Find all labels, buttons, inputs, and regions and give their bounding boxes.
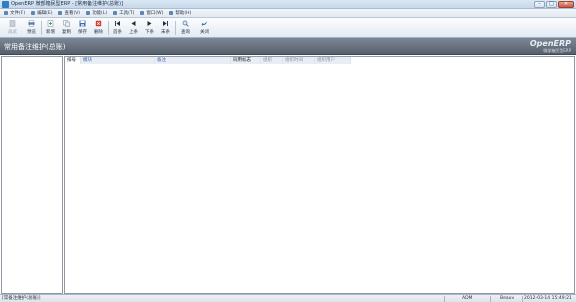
- status-bar: [常备注维护(总账)] ADM Beauv 2012-03-14 15:49:2…: [0, 294, 576, 302]
- grid-header: 排号 模块 备注 同用标志 组织 组织时间 组织用户: [65, 57, 574, 64]
- menu-help[interactable]: 帮助(H): [169, 10, 191, 16]
- first-record-button[interactable]: 首条: [110, 19, 125, 37]
- category-tree-panel[interactable]: [1, 56, 63, 294]
- column-header-module[interactable]: 模块: [81, 57, 155, 64]
- maximize-button[interactable]: □: [546, 1, 557, 8]
- column-header-number[interactable]: 排号: [65, 57, 81, 64]
- close-label: 关闭: [200, 30, 209, 35]
- column-header-remark[interactable]: 备注: [155, 57, 231, 64]
- preview-button[interactable]: 预览: [24, 19, 39, 37]
- menu-icon: [58, 11, 63, 15]
- next-record-icon: [147, 21, 152, 26]
- print-preview-label: 再武: [8, 30, 17, 35]
- close-button[interactable]: 关闭: [197, 19, 212, 37]
- delete-label: 删除: [94, 30, 103, 35]
- menu-view[interactable]: 查看(V): [58, 10, 80, 16]
- last-record-icon: [163, 21, 168, 26]
- form-title: 常用备注维护(总账): [4, 43, 66, 51]
- column-header-shared-flag[interactable]: 同用标志: [231, 57, 261, 64]
- window-title: OpenERP 微部箱民型ERP - [常用备注维护(总账)]: [11, 1, 124, 7]
- search-label: 查询: [181, 30, 190, 35]
- status-user: ADM: [462, 296, 473, 301]
- menu-bar: 文件(F) 编辑(E) 查看(V) 功能(L) 工具(T) 窗口(W) 帮助(H…: [0, 9, 576, 18]
- brand-subtitle: 微部箱民型ERP: [543, 48, 571, 53]
- last-record-button[interactable]: 末条: [158, 19, 173, 37]
- next-record-button[interactable]: 下条: [142, 19, 157, 37]
- menu-icon: [113, 11, 118, 15]
- menu-function-label: 功能(L): [92, 11, 108, 16]
- close-icon: [201, 21, 207, 27]
- search-icon: [182, 20, 189, 27]
- main-area: 排号 模块 备注 同用标志 组织 组织时间 组织用户: [0, 56, 576, 294]
- menu-file-label: 文件(F): [10, 11, 26, 16]
- status-form-name: [常备注维护(总账)]: [2, 296, 41, 301]
- menu-icon: [140, 11, 145, 15]
- menu-edit-label: 编辑(E): [37, 11, 53, 16]
- new-icon: [47, 20, 54, 27]
- title-bar: OpenERP 微部箱民型ERP - [常用备注维护(总账)] – □ ✕: [0, 0, 576, 9]
- menu-icon: [169, 11, 174, 15]
- minimize-button[interactable]: –: [534, 1, 545, 8]
- previous-record-button[interactable]: 上条: [126, 19, 141, 37]
- column-header-org[interactable]: 组织: [261, 57, 283, 64]
- form-banner: 常用备注维护(总账) OpenERP 微部箱民型ERP: [0, 38, 576, 55]
- status-divider: [522, 296, 523, 302]
- column-header-org-time[interactable]: 组织时间: [283, 57, 315, 64]
- menu-icon: [86, 11, 91, 15]
- remarks-grid[interactable]: 排号 模块 备注 同用标志 组织 组织时间 组织用户: [64, 56, 575, 294]
- status-company: Beauv: [500, 296, 515, 301]
- menu-tools-label: 工具(T): [119, 11, 135, 16]
- copy-icon: [63, 20, 70, 27]
- close-window-button[interactable]: ✕: [558, 1, 574, 8]
- menu-help-label: 帮助(H): [175, 11, 192, 16]
- status-divider: [444, 296, 445, 302]
- toolbar: 再武 预览 新增 复制 保存 删除 首条 上条 下条 末条 查询 关闭: [0, 18, 576, 38]
- previous-record-icon: [131, 21, 136, 26]
- search-button[interactable]: 查询: [178, 19, 193, 37]
- menu-window[interactable]: 窗口(W): [140, 10, 163, 16]
- status-divider: [490, 296, 491, 302]
- menu-view-label: 查看(V): [64, 11, 81, 16]
- app-icon: [2, 1, 9, 8]
- preview-icon: [28, 20, 35, 27]
- new-button[interactable]: 新增: [43, 19, 58, 37]
- menu-icon: [31, 11, 36, 15]
- save-button[interactable]: 保存: [75, 19, 90, 37]
- print-preview-icon: [9, 20, 16, 27]
- menu-tools[interactable]: 工具(T): [113, 10, 134, 16]
- menu-file[interactable]: 文件(F): [4, 10, 25, 16]
- print-preview-button[interactable]: 再武: [5, 19, 20, 37]
- menu-window-label: 窗口(W): [146, 11, 164, 16]
- last-record-label: 末条: [161, 30, 170, 35]
- window-controls: – □ ✕: [534, 1, 574, 8]
- menu-icon: [4, 11, 8, 15]
- save-icon: [79, 20, 86, 27]
- menu-edit[interactable]: 编辑(E): [31, 10, 52, 16]
- first-record-icon: [115, 21, 120, 26]
- status-datetime: 2012-03-14 15:49:21: [524, 296, 572, 301]
- copy-button[interactable]: 复制: [59, 19, 74, 37]
- delete-button[interactable]: 删除: [91, 19, 106, 37]
- column-header-org-user[interactable]: 组织用户: [315, 57, 351, 64]
- preview-label: 预览: [27, 30, 36, 35]
- menu-function[interactable]: 功能(L): [86, 10, 107, 16]
- delete-icon: [95, 20, 102, 27]
- brand-logo: OpenERP: [529, 39, 571, 48]
